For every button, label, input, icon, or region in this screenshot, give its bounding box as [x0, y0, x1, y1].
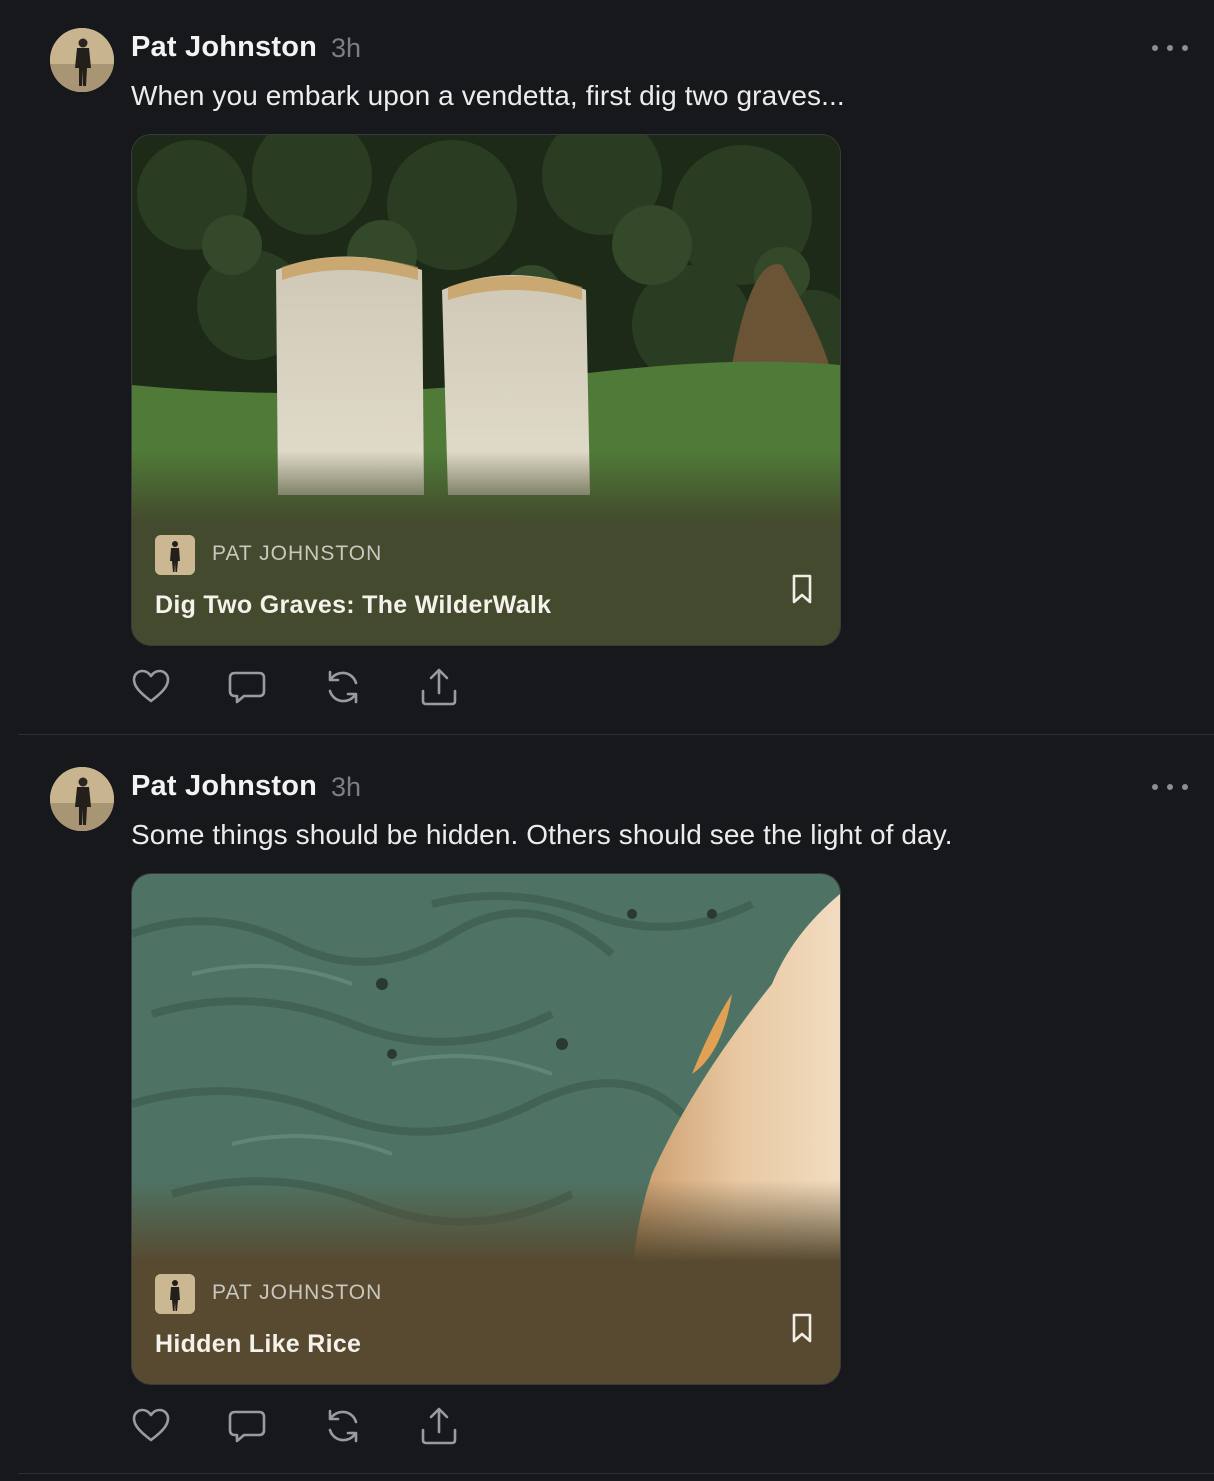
author-avatar[interactable]: [50, 28, 114, 92]
share-icon[interactable]: [419, 1406, 459, 1446]
card-title[interactable]: Hidden Like Rice: [155, 1330, 361, 1359]
card-author-label[interactable]: PAT JOHNSTON: [212, 1281, 382, 1305]
more-horizontal-icon[interactable]: [1152, 775, 1188, 799]
post[interactable]: Pat Johnston 3h Some things should be hi…: [0, 739, 1214, 1478]
bookmark-icon[interactable]: [788, 1311, 816, 1345]
card-author-avatar: [155, 535, 195, 575]
post-divider: [18, 734, 1214, 735]
card-image-graves: [132, 135, 840, 645]
post-divider: [18, 1473, 1214, 1474]
comment-icon[interactable]: [227, 1406, 267, 1446]
heart-icon[interactable]: [131, 667, 171, 707]
card-author-label[interactable]: PAT JOHNSTON: [212, 542, 382, 566]
post-time: 3h: [331, 33, 362, 63]
restack-icon[interactable]: [323, 1406, 363, 1446]
author-name[interactable]: Pat Johnston: [131, 31, 317, 64]
card-author-avatar: [155, 1274, 195, 1314]
bookmark-icon[interactable]: [788, 572, 816, 606]
post-text: When you embark upon a vendetta, first d…: [131, 80, 845, 111]
post-time: 3h: [331, 772, 362, 802]
post-text: Some things should be hidden. Others sho…: [131, 819, 953, 850]
card-title[interactable]: Dig Two Graves: The WilderWalk: [155, 591, 551, 620]
share-icon[interactable]: [419, 667, 459, 707]
post-card[interactable]: PAT JOHNSTON Dig Two Graves: The WilderW…: [131, 134, 841, 646]
post[interactable]: Pat Johnston 3h When you embark upon a v…: [0, 0, 1214, 739]
comment-icon[interactable]: [227, 667, 267, 707]
author-name[interactable]: Pat Johnston: [131, 770, 317, 803]
more-horizontal-icon[interactable]: [1152, 36, 1188, 60]
restack-icon[interactable]: [323, 667, 363, 707]
heart-icon[interactable]: [131, 1406, 171, 1446]
card-image-fish: [132, 874, 840, 1384]
post-card[interactable]: PAT JOHNSTON Hidden Like Rice: [131, 873, 841, 1385]
author-avatar[interactable]: [50, 767, 114, 831]
